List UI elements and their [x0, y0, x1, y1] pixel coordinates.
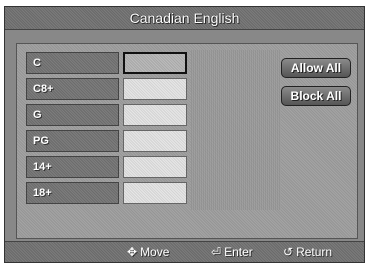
- rating-lock-cell[interactable]: [123, 130, 187, 152]
- move-label: Move: [140, 245, 170, 259]
- page-title: Canadian English: [5, 7, 364, 30]
- tv-menu-screen: Canadian English C C8+ G PG 14+ 18+ Allo…: [4, 6, 365, 263]
- rating-label: 14+: [26, 156, 119, 178]
- rating-row-g[interactable]: G: [26, 104, 190, 126]
- rating-row-pg[interactable]: PG: [26, 130, 190, 152]
- rating-row-14[interactable]: 14+: [26, 156, 190, 178]
- rating-label: C: [26, 52, 119, 74]
- return-hint: ↺ Return: [283, 242, 332, 262]
- block-all-button[interactable]: Block All: [281, 86, 351, 106]
- rating-label: 18+: [26, 182, 119, 204]
- rating-lock-cell[interactable]: [123, 52, 187, 74]
- enter-icon: ⏎: [211, 245, 222, 259]
- rating-lock-cell[interactable]: [123, 182, 187, 204]
- rating-lock-cell[interactable]: [123, 104, 187, 126]
- rating-row-c[interactable]: C: [26, 52, 190, 74]
- rating-lock-cell[interactable]: [123, 78, 187, 100]
- footer-bar: ✥ Move ⏎ Enter ↺ Return: [5, 241, 364, 262]
- return-icon: ↺: [283, 245, 294, 259]
- rating-label: C8+: [26, 78, 119, 100]
- rating-lock-cell[interactable]: [123, 156, 187, 178]
- rating-label: PG: [26, 130, 119, 152]
- move-hint: ✥ Move: [127, 242, 169, 262]
- enter-hint: ⏎ Enter: [211, 242, 253, 262]
- four-way-arrow-icon: ✥: [127, 245, 138, 259]
- allow-all-button[interactable]: Allow All: [281, 58, 351, 78]
- rating-row-18[interactable]: 18+: [26, 182, 190, 204]
- background-pattern: [191, 50, 281, 210]
- rating-row-c8[interactable]: C8+: [26, 78, 190, 100]
- enter-label: Enter: [224, 245, 253, 259]
- return-label: Return: [296, 245, 333, 259]
- rating-panel: C C8+ G PG 14+ 18+ Allow All Block All: [16, 43, 358, 239]
- rating-label: G: [26, 104, 119, 126]
